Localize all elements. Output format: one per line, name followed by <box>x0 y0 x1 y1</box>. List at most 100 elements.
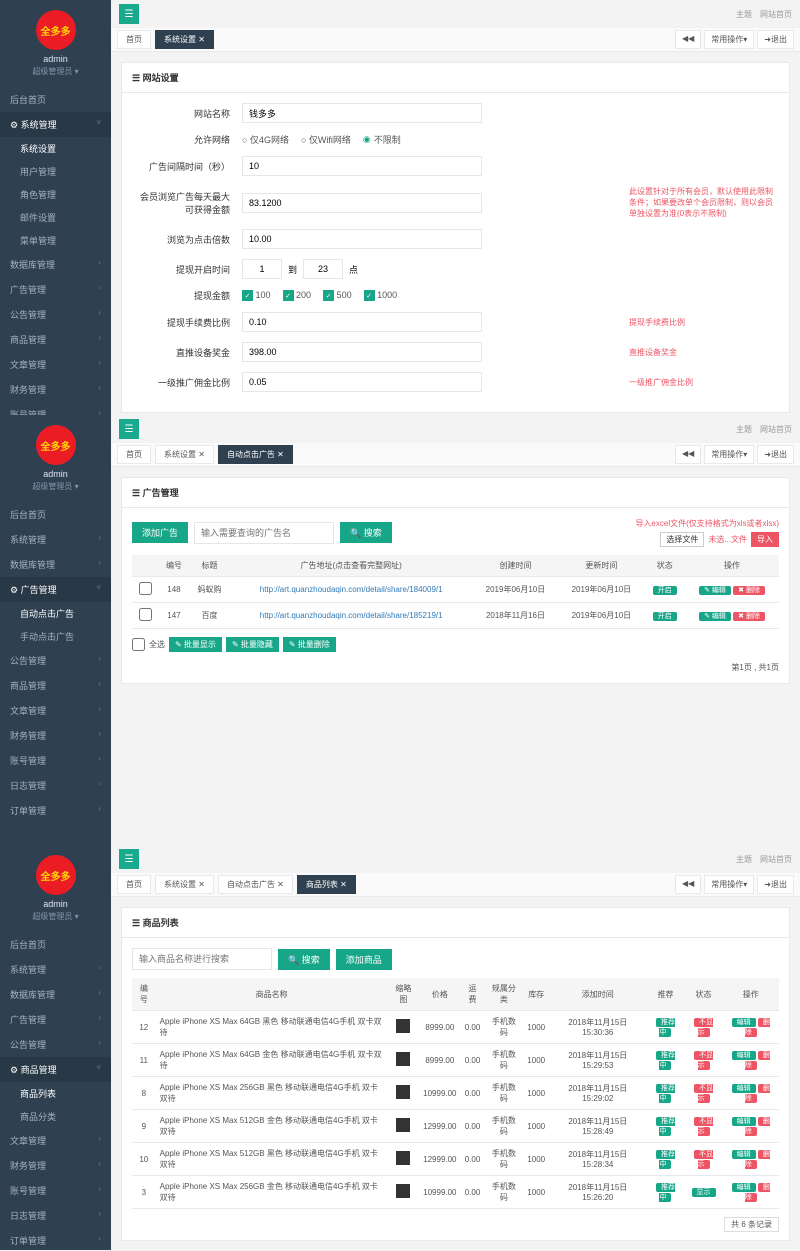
nav-item[interactable]: 公告管理‹ <box>0 648 111 673</box>
nav-item[interactable]: 系统管理‹ <box>0 527 111 552</box>
tab-home[interactable]: 首页 <box>117 445 151 464</box>
tab-ops[interactable]: 常用操作▾ <box>704 30 754 49</box>
recommend-badge[interactable]: 推荐中 <box>656 1051 675 1070</box>
tab-settings[interactable]: 系统设置 ✕ <box>155 30 214 49</box>
edit-button[interactable]: 编辑 <box>732 1018 756 1027</box>
batch-show-button[interactable]: ✎ 批量显示 <box>169 637 222 652</box>
nav-item[interactable]: 公告管理‹ <box>0 1032 111 1057</box>
form-input[interactable] <box>242 103 482 123</box>
search-input[interactable] <box>194 522 334 544</box>
nav-item[interactable]: 账号管理‹ <box>0 748 111 773</box>
state-badge[interactable]: 不显示 <box>694 1051 713 1070</box>
nav-item[interactable]: 广告管理‹ <box>0 1007 111 1032</box>
checkbox-option[interactable]: ✓ 100 <box>242 290 271 302</box>
nav-item[interactable]: 文章管理‹ <box>0 1128 111 1153</box>
home-link[interactable]: 网站首页 <box>760 10 792 19</box>
search-button[interactable]: 🔍 搜索 <box>278 949 330 970</box>
nav-item[interactable]: 订单管理‹ <box>0 1228 111 1250</box>
tab-prev[interactable]: ◀◀ <box>675 30 701 49</box>
radio-option[interactable]: ○ 仅4G网络 <box>242 133 289 146</box>
nav-item[interactable]: 账号管理‹ <box>0 1178 111 1203</box>
import-button[interactable]: 导入 <box>751 532 779 547</box>
nav-item[interactable]: 财务管理‹ <box>0 723 111 748</box>
form-input[interactable] <box>242 372 482 392</box>
nav-sub[interactable]: 邮件设置 <box>0 206 111 229</box>
nav-item[interactable]: 财务管理‹ <box>0 377 111 402</box>
nav-sub[interactable]: 自动点击广告 <box>0 602 111 625</box>
search-button[interactable]: 🔍 搜索 <box>340 522 392 543</box>
nav-item[interactable]: ⚙ 系统管理˅ <box>0 112 111 137</box>
nav-item[interactable]: ⚙ 商品管理˅ <box>0 1057 111 1082</box>
radio-option[interactable]: ◉ 不限制 <box>363 133 401 146</box>
nav-item[interactable]: 广告管理‹ <box>0 277 111 302</box>
nav-item[interactable]: 商品管理‹ <box>0 327 111 352</box>
user-role[interactable]: 超级管理员 ▾ <box>0 911 111 922</box>
nav-item[interactable]: 数据库管理‹ <box>0 552 111 577</box>
nav-sub[interactable]: 系统设置 <box>0 137 111 160</box>
state-badge[interactable]: 不显示 <box>694 1150 713 1169</box>
edit-button[interactable]: 编辑 <box>732 1150 756 1159</box>
hamburger-icon[interactable]: ☰ <box>119 419 139 439</box>
tab-products[interactable]: 商品列表 ✕ <box>297 875 356 894</box>
nav-item[interactable]: 日志管理‹ <box>0 773 111 798</box>
nav-item[interactable]: 数据库管理‹ <box>0 252 111 277</box>
state-badge[interactable]: 显示 <box>692 1188 716 1197</box>
form-input[interactable] <box>242 342 482 362</box>
radio-option[interactable]: ○ 仅Wifi网络 <box>301 133 351 146</box>
home-link[interactable]: 网站首页 <box>760 855 792 864</box>
status-badge[interactable]: 开启 <box>653 612 677 621</box>
edit-button[interactable]: 编辑 <box>732 1051 756 1060</box>
recommend-badge[interactable]: 推荐中 <box>656 1183 675 1202</box>
tab-home[interactable]: 首页 <box>117 875 151 894</box>
nav-item[interactable]: 公告管理‹ <box>0 302 111 327</box>
theme-link[interactable]: 主题 <box>736 425 752 434</box>
hamburger-icon[interactable]: ☰ <box>119 849 139 869</box>
theme-link[interactable]: 主题 <box>736 855 752 864</box>
recommend-badge[interactable]: 推荐中 <box>656 1117 675 1136</box>
delete-button[interactable]: ✖ 删除 <box>733 612 765 621</box>
tab-ads[interactable]: 自动点击广告 ✕ <box>218 445 293 464</box>
add-product-button[interactable]: 添加商品 <box>336 949 392 970</box>
search-input[interactable] <box>132 948 272 970</box>
nav-item[interactable]: 后台首页 <box>0 502 111 527</box>
nav-sub[interactable]: 菜单管理 <box>0 229 111 252</box>
ad-url-link[interactable]: http://art.quanzhoudaqin.com/detail/shar… <box>260 585 443 594</box>
batch-delete-button[interactable]: ✎ 批量删除 <box>283 637 336 652</box>
nav-item[interactable]: 商品管理‹ <box>0 673 111 698</box>
nav-item[interactable]: 数据库管理‹ <box>0 982 111 1007</box>
nav-item[interactable]: 账号管理‹ <box>0 402 111 415</box>
nav-sub[interactable]: 手动点击广告 <box>0 625 111 648</box>
select-all-checkbox[interactable] <box>132 638 145 651</box>
nav-item[interactable]: 订单管理‹ <box>0 798 111 823</box>
status-badge[interactable]: 开启 <box>653 586 677 595</box>
nav-sub[interactable]: 用户管理 <box>0 160 111 183</box>
edit-button[interactable]: ✎ 编辑 <box>699 586 731 595</box>
edit-button[interactable]: 编辑 <box>732 1084 756 1093</box>
theme-link[interactable]: 主题 <box>736 10 752 19</box>
tab-settings[interactable]: 系统设置 ✕ <box>155 445 214 464</box>
state-badge[interactable]: 不显示 <box>694 1018 713 1037</box>
form-input[interactable] <box>242 312 482 332</box>
nav-item[interactable]: 后台首页 <box>0 87 111 112</box>
add-ad-button[interactable]: 添加广告 <box>132 522 188 543</box>
delete-button[interactable]: ✖ 删除 <box>733 586 765 595</box>
user-role[interactable]: 超级管理员 ▾ <box>0 66 111 77</box>
user-role[interactable]: 超级管理员 ▾ <box>0 481 111 492</box>
checkbox-option[interactable]: ✓ 200 <box>283 290 312 302</box>
hamburger-icon[interactable]: ☰ <box>119 4 139 24</box>
nav-sub[interactable]: 商品分类 <box>0 1105 111 1128</box>
nav-item[interactable]: 文章管理‹ <box>0 698 111 723</box>
form-input[interactable] <box>242 229 482 249</box>
home-link[interactable]: 网站首页 <box>760 425 792 434</box>
edit-button[interactable]: 编辑 <box>732 1183 756 1192</box>
checkbox-option[interactable]: ✓ 500 <box>323 290 352 302</box>
recommend-badge[interactable]: 推荐中 <box>656 1150 675 1169</box>
batch-hide-button[interactable]: ✎ 批量隐藏 <box>226 637 279 652</box>
tab-home[interactable]: 首页 <box>117 30 151 49</box>
nav-item[interactable]: 文章管理‹ <box>0 352 111 377</box>
edit-button[interactable]: ✎ 编辑 <box>699 612 731 621</box>
state-badge[interactable]: 不显示 <box>694 1117 713 1136</box>
nav-item[interactable]: 财务管理‹ <box>0 1153 111 1178</box>
recommend-badge[interactable]: 推荐中 <box>656 1018 675 1037</box>
checkbox-option[interactable]: ✓ 1000 <box>364 290 398 302</box>
